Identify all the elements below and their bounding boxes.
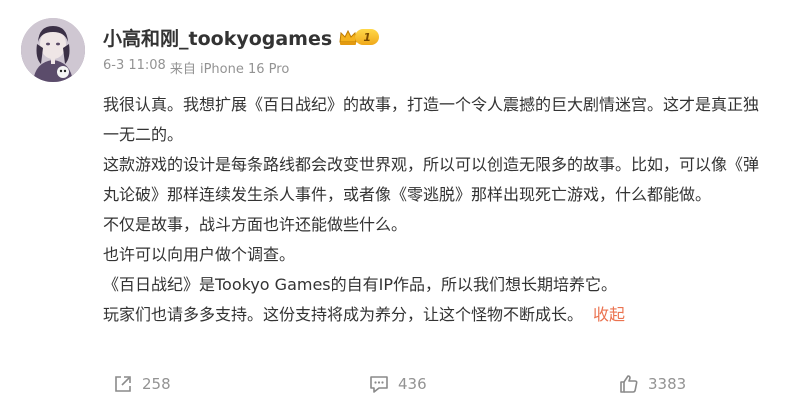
post-content: 我很认真。我想扩展《百日战纪》的故事，打造一个令人震撼的巨大剧情迷宫。这才是真正…	[103, 90, 773, 330]
vip-level-badge[interactable]: 1	[338, 28, 380, 46]
comment-button[interactable]: 436	[368, 371, 427, 397]
post-paragraph: 我很认真。我想扩展《百日战纪》的故事，打造一个令人震撼的巨大剧情迷宫。这才是真正…	[103, 95, 760, 144]
like-button[interactable]: 3383	[618, 371, 686, 397]
comment-count: 436	[398, 375, 427, 393]
comment-icon	[370, 376, 388, 393]
collapse-link[interactable]: 收起	[593, 305, 625, 324]
post-paragraph-text: 玩家们也请多多支持。这份支持将成为养分，让这个怪物不断成长。	[103, 305, 584, 324]
post-meta: 6-3 11:08 来自 iPhone 16 Pro	[103, 58, 379, 77]
post-paragraph: 这款游戏的设计是每条路线都会改变世界观，所以可以创造无限多的故事。比如，可以像《…	[103, 155, 760, 204]
post-action-bar: 258 436 3383	[0, 366, 801, 402]
share-icon	[115, 376, 131, 392]
post-paragraph: 《百日战纪》是Tookyo Games的自有IP作品，所以我们想长期培养它。	[103, 275, 618, 294]
post-paragraph-last: 玩家们也请多多支持。这份支持将成为养分，让这个怪物不断成长。 收起	[103, 300, 773, 330]
author-avatar[interactable]	[21, 18, 85, 82]
weibo-post: 小高和刚_tookyogames 1 6-3 11:08 来自 iPhone 1…	[0, 0, 801, 406]
like-count: 3383	[648, 375, 687, 393]
vip-level-number: 1	[355, 29, 380, 45]
share-count: 258	[142, 375, 171, 393]
post-paragraph: 也许可以向用户做个调查。	[103, 245, 296, 264]
post-paragraph: 不仅是故事，战斗方面也许还能做些什么。	[103, 215, 408, 234]
post-header: 小高和刚_tookyogames 1 6-3 11:08 来自 iPhone 1…	[103, 24, 380, 77]
share-button[interactable]: 258	[112, 371, 171, 397]
avatar-image-icon	[21, 18, 85, 82]
thumbs-up-icon	[620, 375, 638, 393]
author-name[interactable]: 小高和刚_tookyogames	[103, 24, 332, 51]
post-time[interactable]: 6-3 11:08	[103, 58, 166, 77]
author-name-row: 小高和刚_tookyogames 1	[103, 24, 380, 51]
post-source: 来自 iPhone 16 Pro	[169, 62, 290, 77]
